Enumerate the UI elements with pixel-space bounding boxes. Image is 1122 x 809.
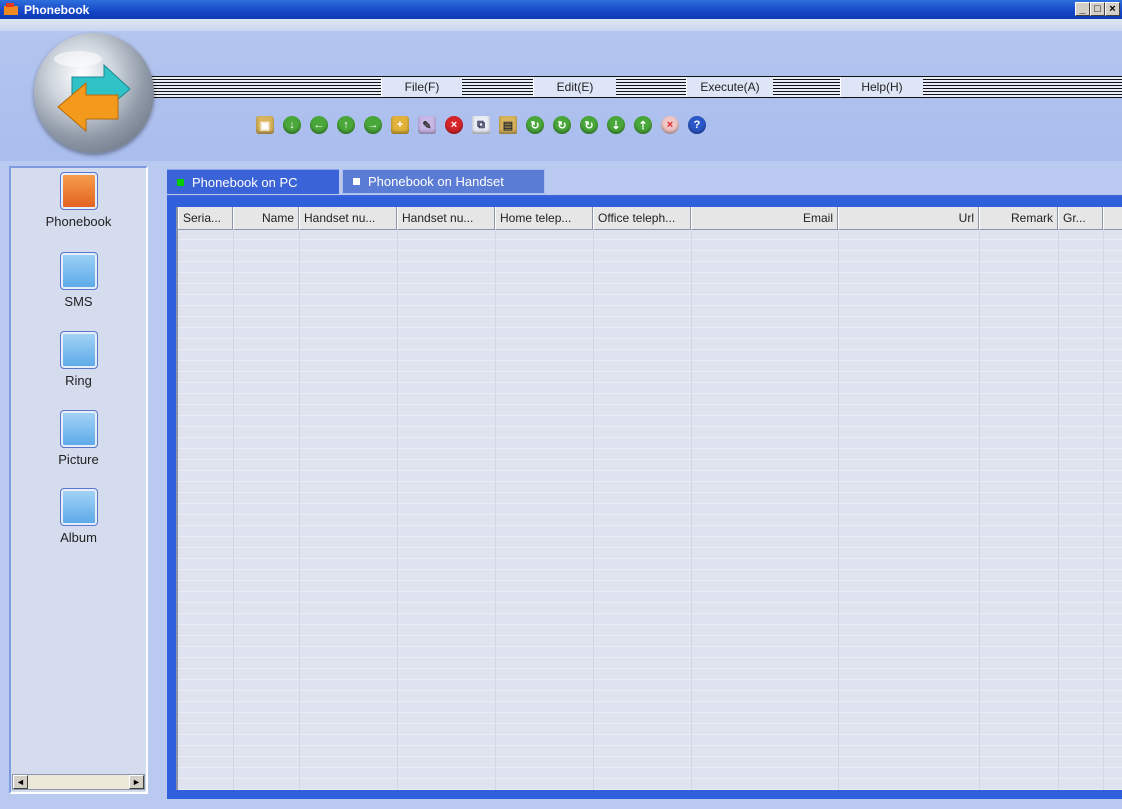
column-divider xyxy=(299,229,300,790)
sidebar-item-label: Phonebook xyxy=(45,214,112,229)
sync-icon[interactable]: ↻ xyxy=(526,116,544,134)
scroll-left-button[interactable]: ◄ xyxy=(13,775,28,789)
tab-marker-icon xyxy=(353,178,360,185)
tab-marker-icon xyxy=(177,178,184,186)
column-divider xyxy=(1103,229,1104,790)
phonebook-icon xyxy=(59,172,98,210)
toolbar: ▣ ↓ ← ↑ → + ✎ × ⧉ ▤ ↻ ↻ ↻ ⇣ ⇡ × ? xyxy=(256,116,706,140)
col-handset-1[interactable]: Handset nu... xyxy=(299,207,397,229)
col-office-tel[interactable]: Office teleph... xyxy=(593,207,691,229)
paste-icon[interactable]: ▤ xyxy=(499,116,517,134)
tab-label: Phonebook on PC xyxy=(192,174,298,190)
help-icon[interactable]: ? xyxy=(688,116,706,134)
copy-icon[interactable]: ⧉ xyxy=(472,116,490,134)
title-bar: Phonebook _ □ × xyxy=(0,0,1122,19)
menu-file[interactable]: File(F) xyxy=(381,77,462,97)
col-group[interactable]: Gr... xyxy=(1058,207,1103,229)
forward-icon[interactable]: → xyxy=(364,116,382,134)
col-handset-2[interactable]: Handset nu... xyxy=(397,207,495,229)
col-spacer xyxy=(1103,207,1122,229)
new-folder-icon[interactable]: + xyxy=(391,116,409,134)
sidebar-item-sms[interactable]: SMS xyxy=(11,252,146,309)
column-divider xyxy=(495,229,496,790)
window-title: Phonebook xyxy=(24,3,90,17)
window-controls: _ □ × xyxy=(1075,2,1120,16)
picture-icon xyxy=(59,410,98,448)
close-button[interactable]: × xyxy=(1105,2,1120,16)
sidebar-scrollbar[interactable]: ◄ ► xyxy=(12,774,145,790)
col-remark[interactable]: Remark xyxy=(979,207,1058,229)
bottom-band xyxy=(0,799,1122,809)
sidebar-item-label: Ring xyxy=(65,373,92,388)
contact-card-icon[interactable]: ▣ xyxy=(256,116,274,134)
column-divider xyxy=(691,229,692,790)
phonebook-table[interactable]: Seria... Name Handset nu... Handset nu..… xyxy=(176,207,1122,790)
cancel-icon[interactable]: × xyxy=(661,116,679,134)
col-url[interactable]: Url xyxy=(838,207,979,229)
menu-help[interactable]: Help(H) xyxy=(840,77,923,97)
sidebar-item-album[interactable]: Album xyxy=(11,488,146,545)
edit-icon[interactable]: ✎ xyxy=(418,116,436,134)
col-name[interactable]: Name xyxy=(233,207,299,229)
scroll-right-button[interactable]: ► xyxy=(129,775,144,789)
minimize-button[interactable]: _ xyxy=(1075,2,1090,16)
tab-label: Phonebook on Handset xyxy=(368,174,504,189)
col-serial[interactable]: Seria... xyxy=(178,207,233,229)
app-icon xyxy=(4,3,18,15)
top-band xyxy=(0,19,1122,31)
export-icon[interactable]: ⇡ xyxy=(634,116,652,134)
table-header: Seria... Name Handset nu... Handset nu..… xyxy=(178,207,1122,230)
app-logo xyxy=(34,33,154,153)
sync-upload-icon[interactable]: ↻ xyxy=(580,116,598,134)
sidebar: Phonebook SMS Ring Picture Album xyxy=(9,166,148,794)
import-icon[interactable]: ⇣ xyxy=(607,116,625,134)
column-divider xyxy=(838,229,839,790)
column-divider xyxy=(1058,229,1059,790)
album-icon xyxy=(59,488,98,526)
back-icon[interactable]: ← xyxy=(310,116,328,134)
sidebar-item-label: Picture xyxy=(58,452,99,467)
col-email[interactable]: Email xyxy=(691,207,838,229)
delete-icon[interactable]: × xyxy=(445,116,463,134)
tab-phonebook-handset[interactable]: Phonebook on Handset xyxy=(342,169,545,194)
col-home-tel[interactable]: Home telep... xyxy=(495,207,593,229)
menu-edit[interactable]: Edit(E) xyxy=(533,77,616,97)
column-divider xyxy=(233,229,234,790)
tab-phonebook-pc[interactable]: Phonebook on PC xyxy=(167,169,339,194)
arrows-logo-icon xyxy=(54,51,131,133)
sidebar-item-ring[interactable]: Ring xyxy=(11,331,146,388)
sync-phone-icon[interactable]: ↻ xyxy=(553,116,571,134)
column-divider xyxy=(979,229,980,790)
maximize-button[interactable]: □ xyxy=(1090,2,1105,16)
menu-stripes xyxy=(150,76,1122,98)
column-divider xyxy=(397,229,398,790)
ring-icon xyxy=(59,331,98,369)
sms-icon xyxy=(59,252,98,290)
sidebar-item-picture[interactable]: Picture xyxy=(11,410,146,467)
sidebar-item-label: Album xyxy=(60,530,97,545)
sidebar-item-label: SMS xyxy=(64,294,93,309)
upload-icon[interactable]: ↑ xyxy=(337,116,355,134)
column-divider xyxy=(593,229,594,790)
sidebar-item-phonebook[interactable]: Phonebook xyxy=(11,172,146,229)
tab-bar: Phonebook on PC Phonebook on Handset xyxy=(167,169,545,195)
menu-execute[interactable]: Execute(A) xyxy=(686,77,773,97)
download-icon[interactable]: ↓ xyxy=(283,116,301,134)
